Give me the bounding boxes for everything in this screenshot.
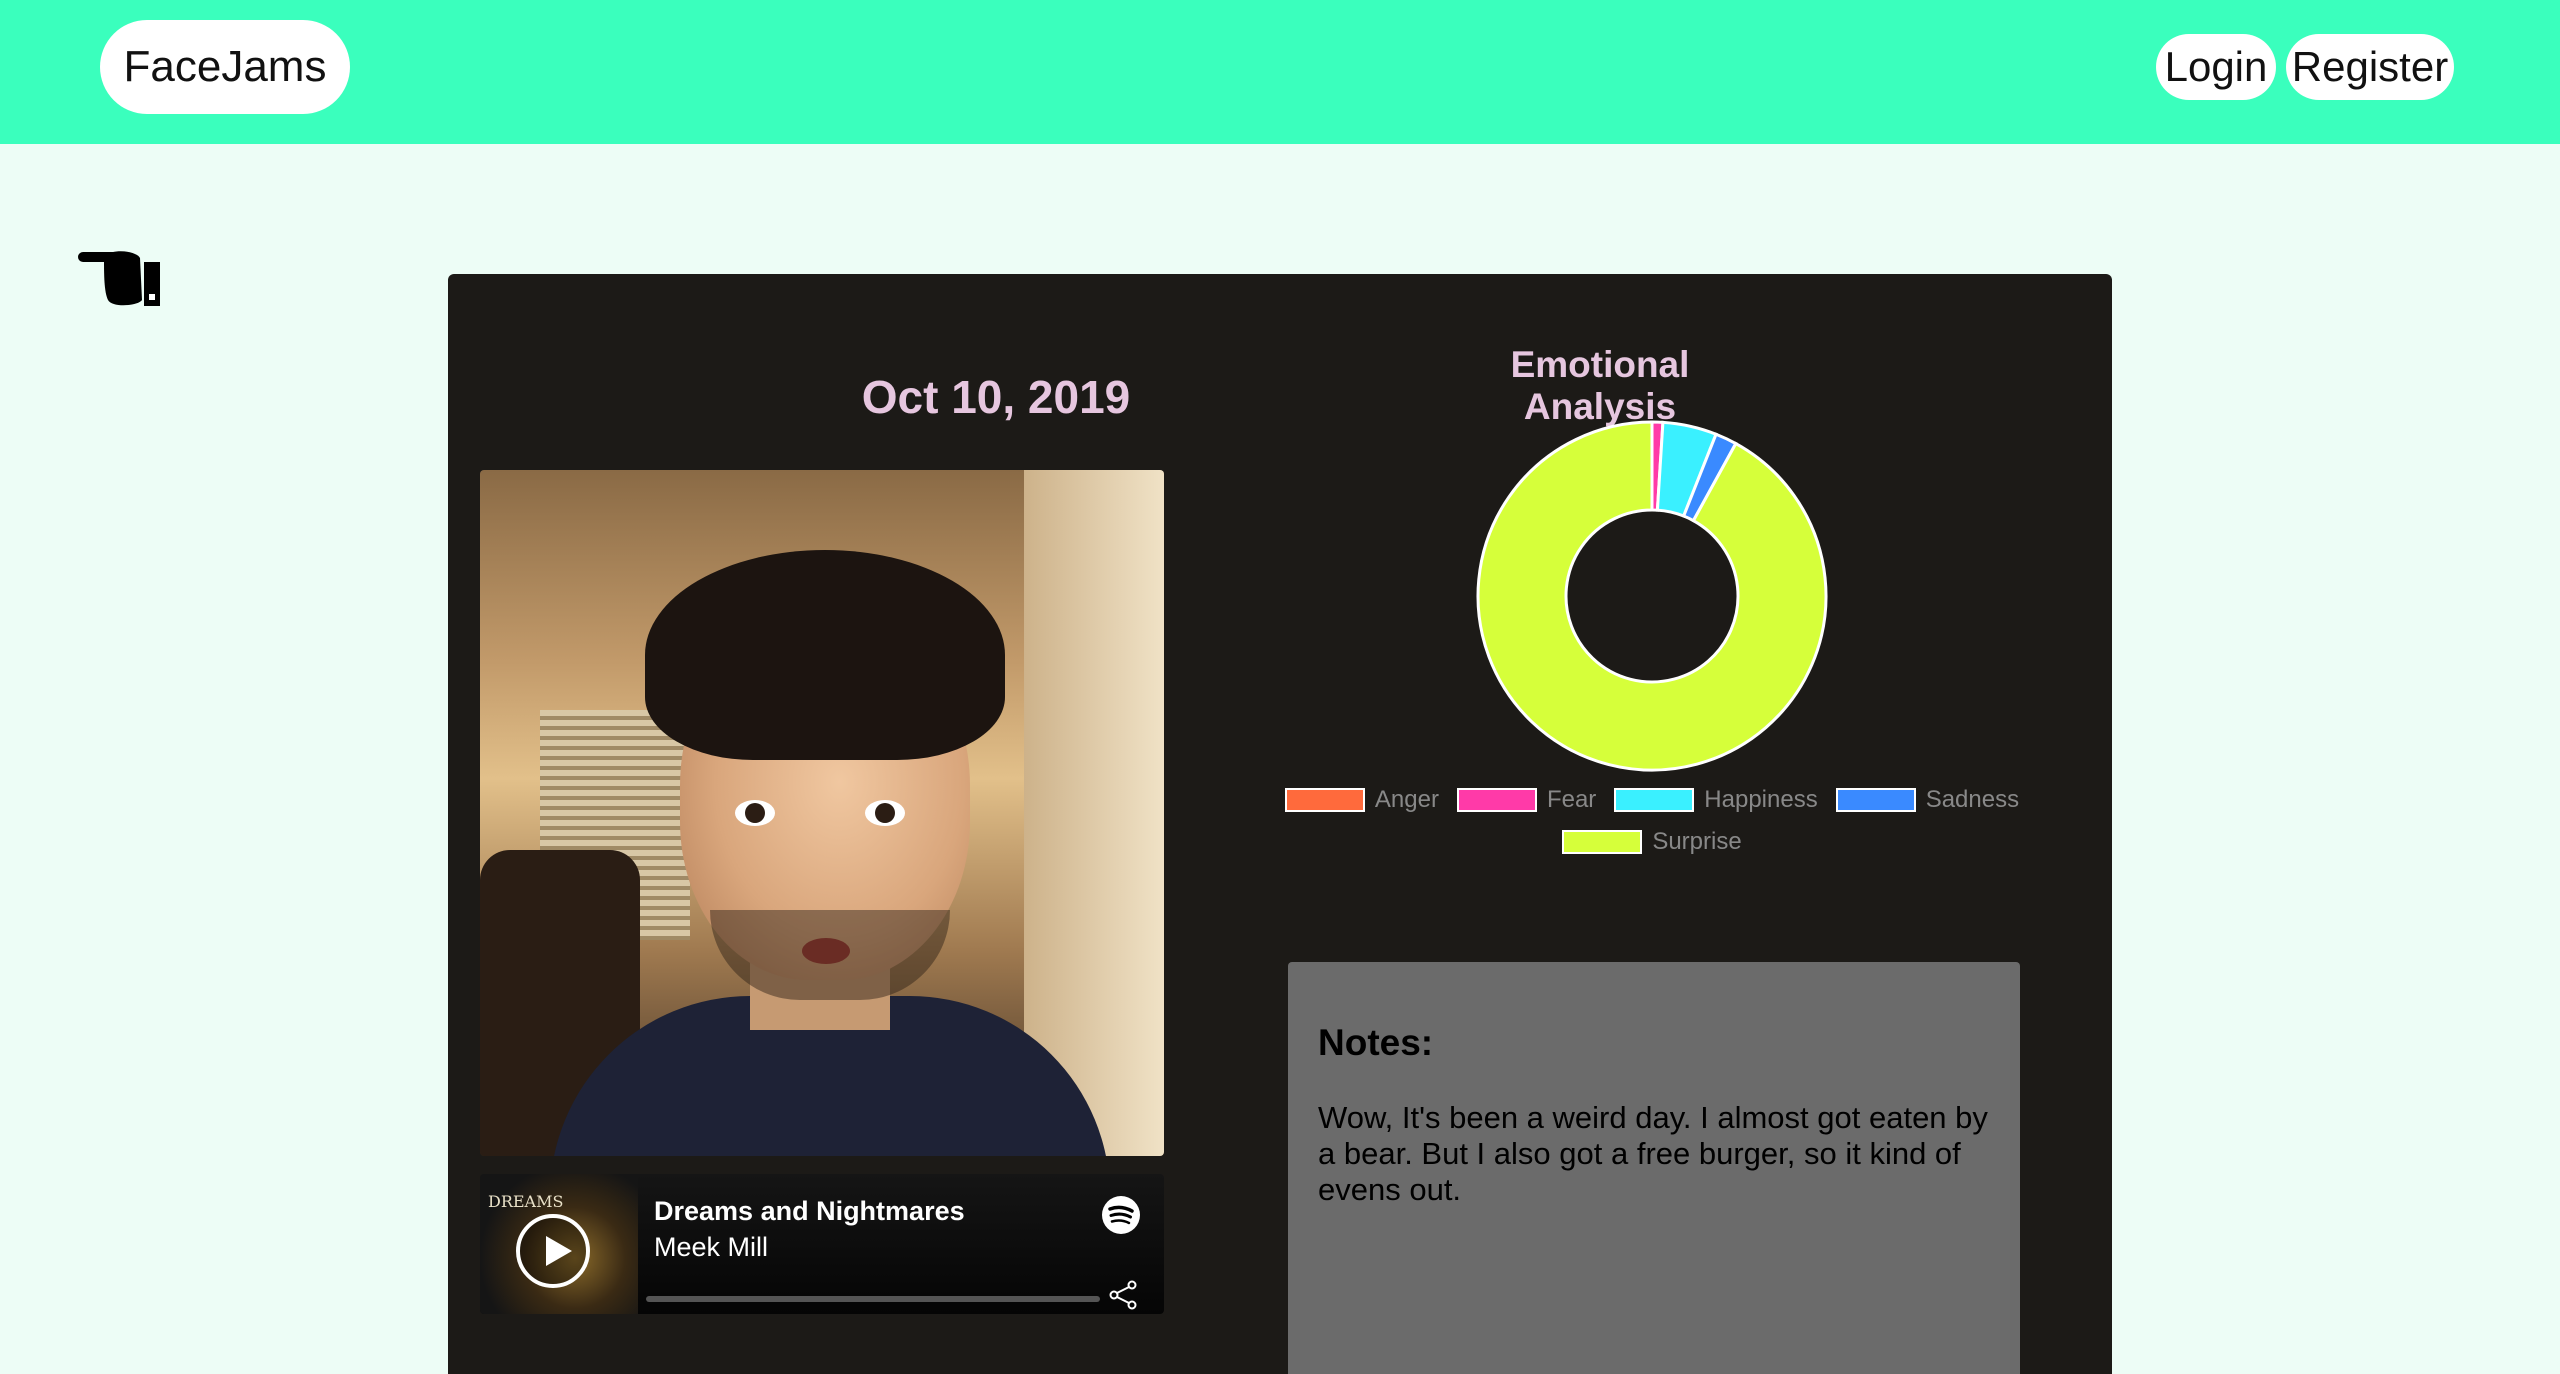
track-artist[interactable]: Meek Mill [654, 1232, 768, 1263]
entry-photo [480, 470, 1164, 1156]
progress-bar[interactable] [646, 1296, 1100, 1302]
legend-swatch [1284, 788, 1365, 812]
legend-swatch [1614, 788, 1695, 812]
navbar: FaceJams Login Register [0, 0, 2560, 144]
pointing-hand-icon[interactable] [78, 244, 164, 310]
notes-body: Wow, It's been a weird day. I almost got… [1318, 1100, 1988, 1207]
legend-label: Anger [1374, 786, 1439, 813]
login-button[interactable]: Login [2156, 34, 2276, 100]
legend-label: Fear [1546, 786, 1597, 813]
legend-row-1: Anger Fear Happiness Sadness [1252, 786, 2052, 814]
track-title[interactable]: Dreams and Nightmares [654, 1196, 965, 1227]
legend-item-fear[interactable]: Fear [1456, 786, 1597, 814]
slice-surprise [1476, 420, 1828, 772]
brand-logo[interactable]: FaceJams [100, 20, 350, 114]
legend-item-surprise[interactable]: Surprise [1562, 828, 1742, 856]
legend-item-sadness[interactable]: Sadness [1835, 786, 2020, 814]
legend-label: Happiness [1704, 786, 1818, 813]
album-art-title: DREAMS [488, 1192, 564, 1211]
register-button[interactable]: Register [2286, 34, 2454, 100]
notes-heading: Notes: [1318, 1022, 1434, 1063]
emotion-donut-chart [1476, 420, 1828, 772]
chart-title: Emotional Analysis [1510, 344, 1690, 427]
legend-item-anger[interactable]: Anger [1284, 786, 1439, 814]
play-icon[interactable] [516, 1214, 590, 1288]
legend-row-2: Surprise [1252, 828, 2052, 856]
legend-swatch [1562, 830, 1643, 854]
notes-panel: Notes: Wow, It's been a weird day. I alm… [1288, 962, 2020, 1374]
legend-label: Sadness [1925, 786, 2020, 813]
journal-entry-card: Oct 10, 2019 DREAMS Dreams and Nightmare… [448, 274, 2112, 1374]
legend-item-happiness[interactable]: Happiness [1614, 786, 1818, 814]
legend-swatch [1835, 788, 1916, 812]
spotify-player: DREAMS Dreams and Nightmares Meek Mill [480, 1174, 1164, 1314]
album-art: DREAMS [480, 1174, 638, 1314]
entry-date: Oct 10, 2019 [861, 371, 1131, 423]
legend-swatch [1456, 788, 1537, 812]
spotify-icon[interactable] [1102, 1196, 1140, 1234]
chart-legend: Anger Fear Happiness Sadness Surprise [1252, 786, 2052, 870]
legend-label: Surprise [1652, 828, 1742, 855]
share-icon[interactable] [1108, 1280, 1138, 1310]
